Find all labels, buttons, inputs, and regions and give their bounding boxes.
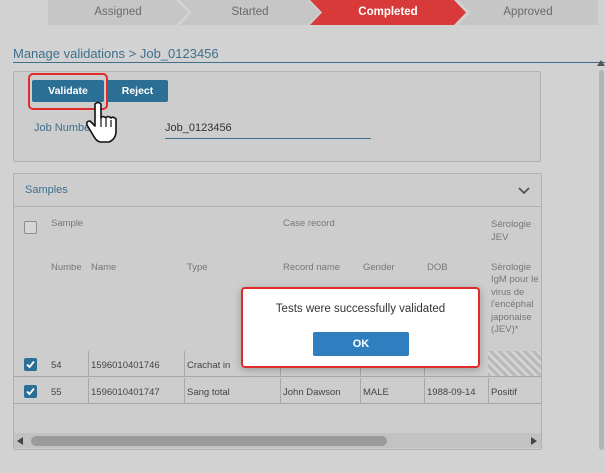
col-name: Name: [91, 262, 117, 273]
row-checkbox[interactable]: [24, 385, 37, 398]
sample-group-header: Sample: [51, 218, 84, 229]
samples-header[interactable]: Samples: [14, 174, 541, 207]
col-number: Numbe: [51, 262, 82, 273]
row-type: Crachat in: [187, 360, 231, 371]
row-checkbox[interactable]: [24, 358, 37, 371]
row-name: 1596010401747: [91, 387, 160, 398]
case-record-group-header: Case record: [283, 218, 335, 229]
reject-button[interactable]: Reject: [107, 80, 168, 102]
scroll-left-icon[interactable]: [17, 437, 23, 445]
col-dob: DOB: [427, 262, 448, 273]
col-serology-detail: Sérologie IgM pour le virus de l'encépha…: [491, 262, 539, 336]
samples-title: Samples: [25, 184, 68, 196]
serology-group-header: Sérologie JEV: [491, 219, 532, 243]
col-record-name: Record name: [283, 262, 341, 273]
row-name: 1596010401746: [91, 360, 160, 371]
row-dob: 1988-09-14: [427, 387, 476, 398]
select-all-checkbox[interactable]: [24, 221, 37, 234]
row-number: 54: [51, 360, 62, 371]
row-number: 55: [51, 387, 62, 398]
hand-cursor-icon: [86, 101, 117, 143]
ok-button[interactable]: OK: [313, 332, 409, 356]
row-gender: MALE: [363, 387, 389, 398]
row-result: Positif: [491, 387, 517, 398]
step-assigned: Assigned: [48, 0, 188, 25]
step-approved: Approved: [458, 0, 598, 25]
title-divider: [13, 62, 605, 63]
step-started: Started: [180, 0, 320, 25]
scroll-up-icon[interactable]: [597, 60, 605, 66]
step-completed: Completed: [310, 0, 466, 25]
success-dialog: Tests were successfully validated OK: [241, 287, 480, 368]
validate-button[interactable]: Validate: [32, 80, 104, 102]
chevron-down-icon[interactable]: [518, 187, 530, 195]
scroll-right-icon[interactable]: [531, 437, 537, 445]
job-number-field[interactable]: Job_0123456: [165, 119, 371, 139]
not-applicable-cell: [488, 351, 541, 376]
scrollbar-thumb[interactable]: [31, 436, 387, 446]
col-gender: Gender: [363, 262, 395, 273]
row-type: Sang total: [187, 387, 230, 398]
workflow-stepper: Assigned Started Completed Approved: [48, 0, 598, 25]
col-type: Type: [187, 262, 208, 273]
dialog-message: Tests were successfully validated: [275, 303, 446, 315]
vertical-scrollbar-thumb[interactable]: [599, 70, 604, 450]
row-record-name: John Dawson: [283, 387, 341, 398]
breadcrumb: Manage validations > Job_0123456: [13, 46, 219, 61]
